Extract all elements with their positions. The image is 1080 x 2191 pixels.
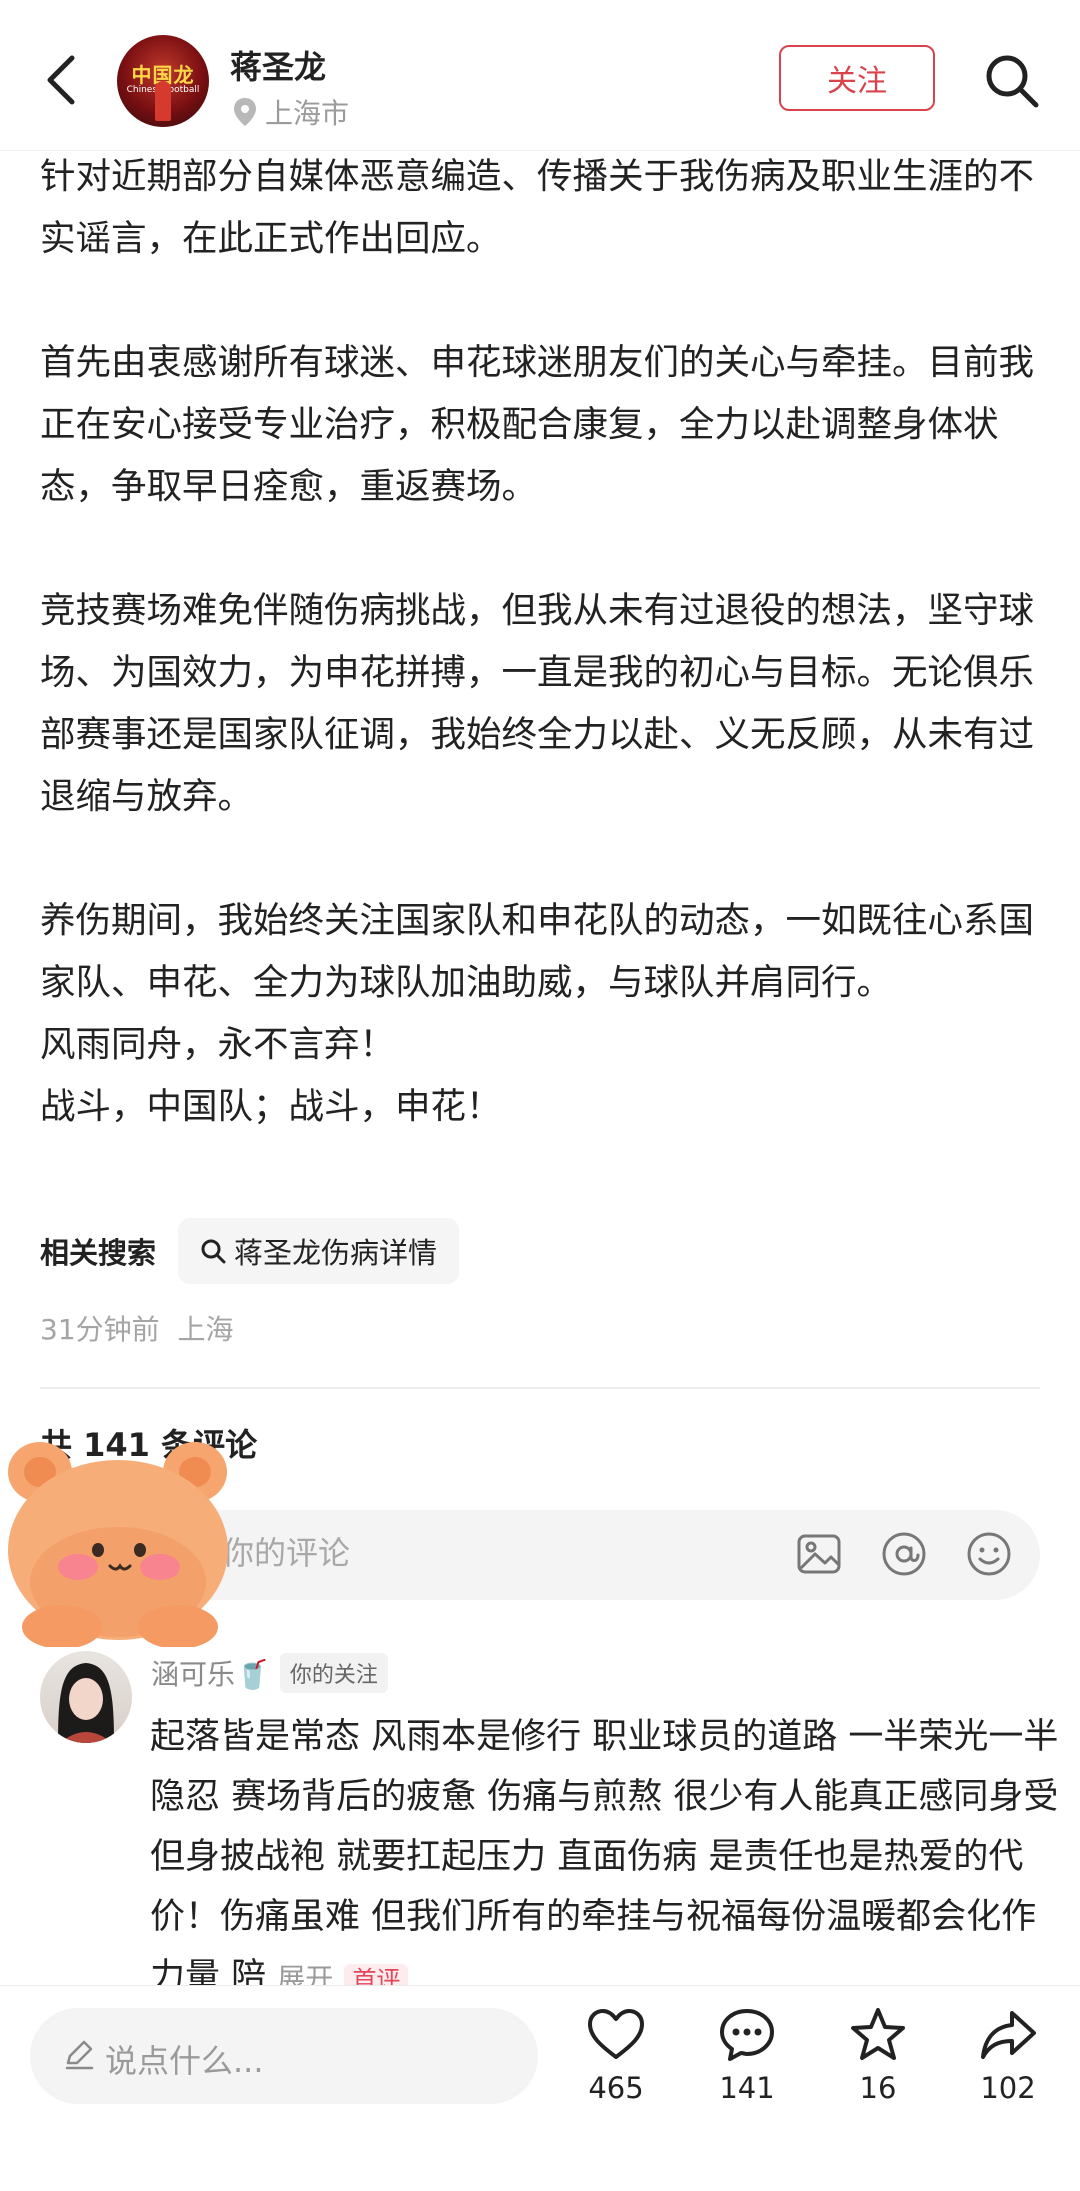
favorite-button[interactable]: 16 [828, 2005, 928, 2105]
search-button[interactable] [983, 52, 1041, 110]
commenter-meta: 涵可乐🥤 你的关注 [151, 1653, 388, 1693]
divider [40, 1387, 1040, 1389]
author-avatar[interactable]: 中国龙 Chinese football [117, 35, 209, 127]
commenter-name[interactable]: 涵可乐🥤 [151, 1653, 270, 1693]
post-time: 31分钟前 [40, 1313, 160, 1346]
post-body: 针对近期部分自媒体恶意编造、传播关于我伤病及职业生涯的不实谣言，在此正式作出回应… [40, 146, 1050, 1138]
post-paragraph: 战斗，中国队；战斗，申花！ [40, 1086, 502, 1127]
author-location: 上海市 [233, 92, 349, 132]
bear-sticker [8, 1442, 228, 1647]
post-meta: 31分钟前 上海 [40, 1308, 233, 1348]
post-header: 中国龙 Chinese football 蒋圣龙 上海市 关注 [0, 0, 1080, 151]
back-button[interactable] [38, 50, 88, 110]
comment-count: 141 [719, 2071, 775, 2105]
following-badge: 你的关注 [279, 1653, 388, 1693]
heart-icon [588, 2009, 644, 2059]
post-place: 上海 [177, 1313, 234, 1346]
share-count: 102 [980, 2071, 1036, 2105]
post-paragraph: 竞技赛场难免伴随伤病挑战，但我从未有过退役的想法，坚守球场、为国效力，为申花拼搏… [40, 590, 1035, 817]
related-search-label: 相关搜索 [40, 1236, 157, 1270]
follow-button[interactable]: 关注 [779, 45, 935, 111]
like-button[interactable]: 465 [566, 2005, 666, 2105]
post-paragraph: 养伤期间，我始终关注国家队和申花队的动态，一如既往心系国家队、申花、全力为球队加… [40, 900, 1035, 1003]
related-search-query: 蒋圣龙伤病详情 [234, 1236, 438, 1270]
search-icon [986, 55, 1039, 108]
mention-icon[interactable] [880, 1530, 928, 1578]
comment-text: 起落皆是常态 风雨本是修行 职业球员的道路 一半荣光一半隐忍 赛场背后的疲惫 伤… [150, 1717, 1059, 1997]
post-paragraph: 首先由衷感谢所有球迷、申花球迷朋友们的关心与牵挂。目前我正在安心接受专业治疗，积… [40, 342, 1035, 507]
comment-button[interactable]: 141 [697, 2005, 797, 2105]
comment-body: 起落皆是常态 风雨本是修行 职业球员的道路 一半荣光一半隐忍 赛场背后的疲惫 伤… [150, 1707, 1070, 2010]
post-paragraph: 针对近期部分自媒体恶意编造、传播关于我伤病及职业生涯的不实谣言，在此正式作出回应… [40, 156, 1035, 259]
location-pin-icon [234, 98, 256, 126]
post-paragraph: 风雨同舟，永不言弃！ [40, 1024, 396, 1065]
search-icon [201, 1239, 226, 1264]
share-button[interactable]: 102 [958, 2005, 1058, 2105]
commenter-portrait [58, 1663, 114, 1743]
image-icon[interactable] [795, 1530, 843, 1578]
like-count: 465 [588, 2071, 644, 2105]
comment-bubble-icon [720, 2009, 774, 2061]
quick-comment-placeholder[interactable]: 说点什么... [105, 2036, 264, 2082]
commenter-avatar[interactable] [40, 1651, 132, 1743]
related-search: 相关搜索 蒋圣龙伤病详情 [40, 1218, 460, 1284]
author-name[interactable]: 蒋圣龙 [230, 42, 326, 88]
location-label: 上海市 [265, 97, 350, 130]
favorite-count: 16 [859, 2071, 897, 2105]
related-search-chip[interactable]: 蒋圣龙伤病详情 [178, 1218, 460, 1284]
share-arrow-icon [981, 2011, 1036, 2059]
pencil-icon [65, 2040, 94, 2070]
emoji-icon[interactable] [965, 1530, 1013, 1578]
avatar-figure [155, 81, 171, 121]
chevron-left-icon [47, 55, 75, 105]
star-icon [851, 2008, 905, 2060]
